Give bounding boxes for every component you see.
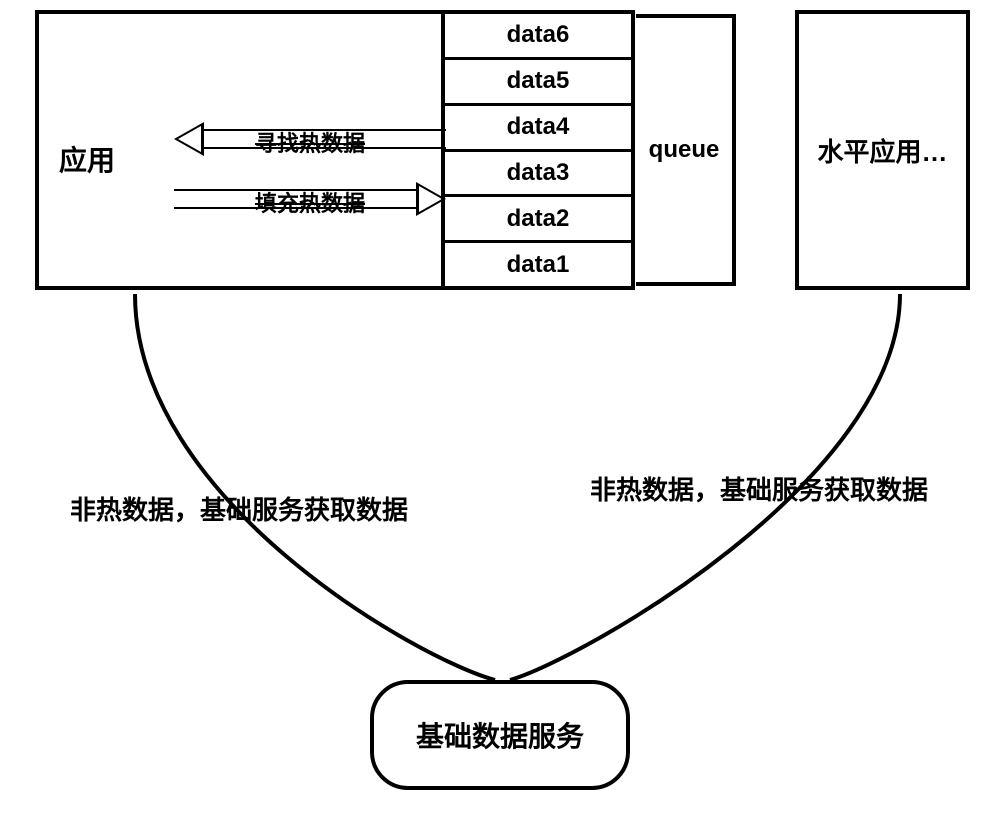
queue-cell: data2 (445, 194, 631, 240)
queue-cell: data5 (445, 57, 631, 103)
peer-app-box: 水平应用… (795, 10, 970, 290)
base-data-service-box: 基础数据服务 (370, 680, 630, 790)
peer-app-label: 水平应用… (817, 132, 947, 169)
queue-cell: data6 (445, 14, 631, 57)
queue-cell: data3 (445, 149, 631, 195)
arrow-find-label: 寻找热数据 (174, 126, 446, 158)
application-box: 应用 寻找热数据 填充热数据 data1 data2 data3 data4 d… (35, 10, 635, 290)
application-label: 应用 (59, 139, 115, 179)
queue-column: data1 data2 data3 data4 data5 data6 (441, 14, 631, 286)
edge-label-right: 非热数据，基础服务获取数据 (590, 470, 928, 507)
queue-cell: data1 (445, 240, 631, 286)
arrow-fill-label: 填充热数据 (174, 186, 446, 218)
arrow-find-hot: 寻找热数据 (174, 124, 446, 154)
queue-label: queue (636, 14, 736, 286)
arrow-fill-hot: 填充热数据 (174, 184, 446, 214)
base-data-service-label: 基础数据服务 (416, 715, 584, 755)
edge-label-left: 非热数据，基础服务获取数据 (70, 490, 408, 527)
queue-cell: data4 (445, 103, 631, 149)
